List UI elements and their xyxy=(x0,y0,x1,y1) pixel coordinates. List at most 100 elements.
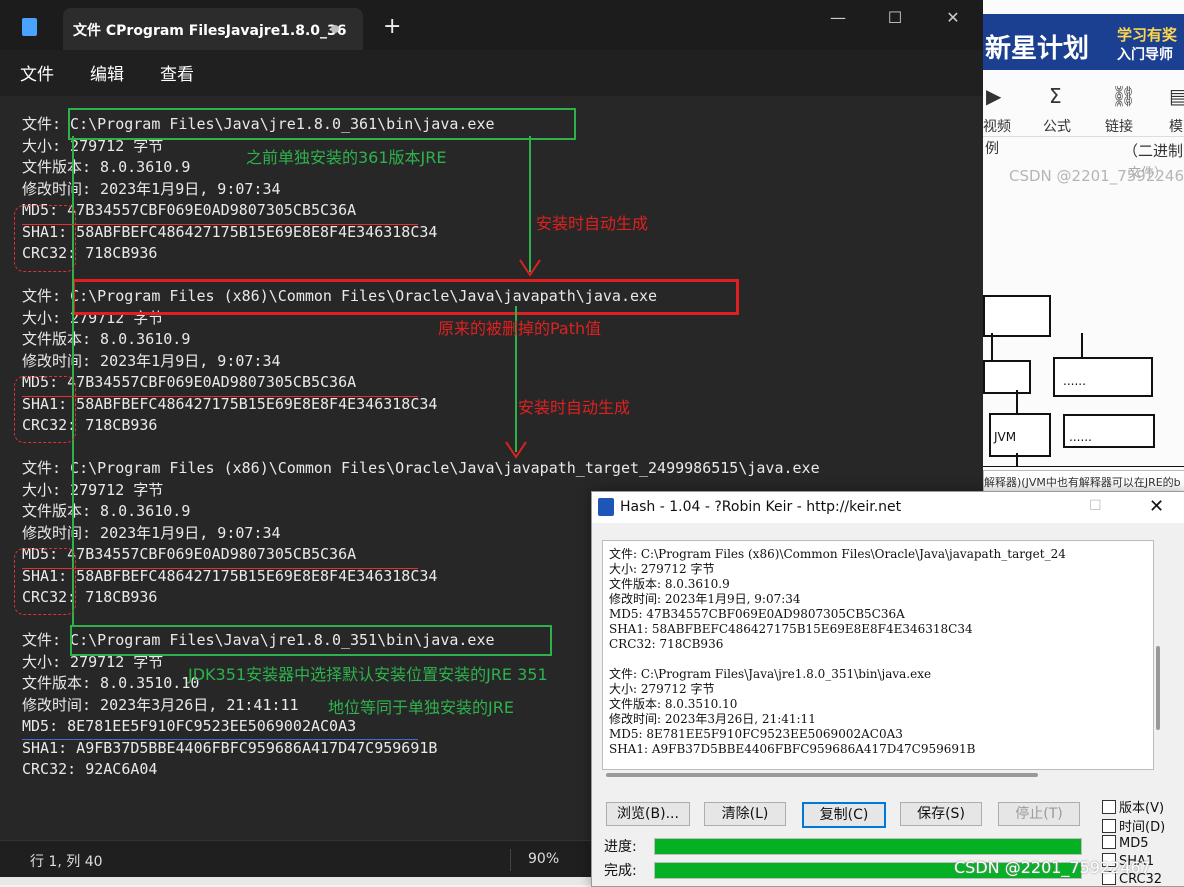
hash-output-line: 大小: 279712 字节 xyxy=(609,682,715,696)
maximize-button[interactable]: ☐ xyxy=(875,8,915,27)
hash-output-line: 大小: 279712 字节 xyxy=(609,562,715,576)
doc-watermark: CSDN @2201_75922467 xyxy=(1009,167,1184,185)
template-icon[interactable]: ▤ xyxy=(1169,84,1184,108)
editor-line: 文件: C:\Program Files (x86)\Common Files\… xyxy=(22,459,820,477)
promo-banner[interactable]: 新星计划 学习有奖 入门导师 xyxy=(983,14,1184,70)
editor-line: 文件版本: 8.0.3610.9 xyxy=(22,502,191,520)
doc-table-row: 解释器)(JVM中也有解释器可以在JRE的b xyxy=(983,470,1184,492)
md5-underline-3 xyxy=(22,568,418,569)
notepad-titlebar: 文件 CProgram FilesJavajre1.8.0_36 + — ☐ ✕ xyxy=(0,0,983,50)
stop-button[interactable]: 停止(T) xyxy=(998,802,1080,826)
diagram-line-5 xyxy=(983,466,1184,467)
highlight-box-javapath xyxy=(72,279,739,315)
hash-vertical-scrollbar[interactable] xyxy=(1153,540,1163,768)
checkbox-version-box[interactable] xyxy=(1102,800,1116,814)
hash-window: Hash - 1.04 - ?Robin Keir - http://keir.… xyxy=(591,491,1184,887)
tab-document[interactable]: 文件 CProgram FilesJavajre1.8.0_36 xyxy=(63,8,363,50)
checkbox-time-box[interactable] xyxy=(1102,819,1116,833)
hash-output-text[interactable]: 文件: C:\Program Files (x86)\Common Files\… xyxy=(602,540,1154,770)
banner-line-2b: 入门导师 xyxy=(1117,47,1173,63)
tool-formula[interactable]: 公式 xyxy=(1043,116,1071,136)
checkbox-md5[interactable]: MD5 xyxy=(1102,835,1149,851)
checkbox-version[interactable]: 版本(V) xyxy=(1102,797,1164,816)
tool-video[interactable]: 视频 xyxy=(983,116,1011,136)
copy-button[interactable]: 复制(C) xyxy=(802,802,886,828)
diagram-label-3: ...... xyxy=(1063,374,1086,388)
editor-line: CRC32: 92AC6A04 xyxy=(22,760,158,778)
annotation-jre361: 之前单独安装的361版本JRE xyxy=(246,148,447,167)
checkbox-md5-label: MD5 xyxy=(1119,836,1149,851)
formula-icon[interactable]: Σ xyxy=(1049,84,1062,108)
annotation-auto-generated-2: 安装时自动生成 xyxy=(518,398,631,417)
clear-button[interactable]: 清除(L) xyxy=(704,802,786,826)
hash-output-line: 修改时间: 2023年1月9日, 9:07:34 xyxy=(609,592,801,606)
hash-app-icon xyxy=(598,498,614,516)
minimize-button[interactable]: — xyxy=(818,8,858,27)
hash-output-line: 修改时间: 2023年3月26日, 21:41:11 xyxy=(609,712,816,726)
banner-title: 新星计划 xyxy=(985,34,1090,64)
tool-link[interactable]: 链接 xyxy=(1105,116,1133,136)
checkbox-version-label: 版本(V) xyxy=(1119,801,1165,816)
diagram-line-3 xyxy=(1016,390,1018,414)
menu-view[interactable]: 查看 xyxy=(160,60,194,85)
video-icon[interactable]: ▶ xyxy=(986,84,1001,108)
new-tab-button[interactable]: + xyxy=(383,16,401,38)
editor-line: 大小: 279712 字节 xyxy=(22,480,164,499)
doc-table-text: 解释器)(JVM中也有解释器可以在JRE的b xyxy=(984,476,1181,489)
hash-output-line: CRC32: 718CB936 xyxy=(609,637,724,651)
hash-output-line: SHA1: 58ABFBEFC486427175B15E69E8E8F4E346… xyxy=(609,622,973,636)
hash-output-line: MD5: 47B34557CBF069E0AD9807305CB5C36A xyxy=(609,607,905,621)
diagram-box-1 xyxy=(983,295,1051,337)
hash-group-outline-1 xyxy=(14,205,76,272)
csdn-watermark: CSDN @2201_75922467 xyxy=(954,858,1151,877)
browse-button[interactable]: 浏览(B)... xyxy=(606,802,690,826)
annotation-equivalent-jre: 地位等同于单独安装的JRE xyxy=(328,698,514,717)
editor-line: SHA1: A9FB37D5BBE4406FBFC959686A417D47C9… xyxy=(22,738,438,757)
hash-output-line: 文件: C:\Program Files (x86)\Common Files\… xyxy=(609,547,1066,561)
hash-close-button[interactable]: ✕ xyxy=(1149,496,1165,517)
hash-output-line: MD5: 8E781EE5F910FC9523EE5069002AC0A3 xyxy=(609,727,903,741)
menu-edit[interactable]: 编辑 xyxy=(90,60,124,85)
menu-file[interactable]: 文件 xyxy=(20,60,54,85)
status-divider xyxy=(510,849,511,871)
tab-title: 文件 CProgram FilesJavajre1.8.0_36 xyxy=(73,23,347,39)
editor-line: 修改时间: 2023年1月9日, 9:07:34 xyxy=(22,523,281,542)
complete-label: 完成: xyxy=(604,863,637,879)
checkbox-md5-box[interactable] xyxy=(1102,835,1116,849)
tool-template[interactable]: 模 xyxy=(1169,116,1183,136)
close-button[interactable]: ✕ xyxy=(933,8,973,27)
hash-vscroll-thumb[interactable] xyxy=(1156,646,1160,730)
annotation-path-deleted: 原来的被删掉的Path值 xyxy=(438,319,602,338)
highlight-box-jre351 xyxy=(70,625,552,656)
save-button[interactable]: 保存(S) xyxy=(900,802,982,826)
editor-line: 文件版本: 8.0.3610.9 xyxy=(22,330,191,348)
hash-maximize-button[interactable]: ☐ xyxy=(1089,498,1105,514)
doc-text-fragment-2: （二进制 xyxy=(1123,142,1184,160)
annotation-auto-generated-1: 安装时自动生成 xyxy=(536,214,649,233)
hash-output-line: SHA1: A9FB37D5BBE4406FBFC959686A417D47C9… xyxy=(609,742,976,756)
link-icon[interactable]: ⛓ xyxy=(1111,84,1136,108)
hash-output-line: 文件版本: 8.0.3510.10 xyxy=(609,697,738,711)
hash-hscroll-thumb[interactable] xyxy=(606,773,1038,777)
editor-line: 文件版本: 8.0.3510.10 xyxy=(22,674,200,692)
diagram-line-2 xyxy=(1081,333,1083,357)
diagram-label-4: ...... xyxy=(1069,430,1092,444)
checkbox-time[interactable]: 时间(D) xyxy=(1102,816,1165,835)
editor-line: 修改时间: 2023年1月9日, 9:07:34 xyxy=(22,351,281,370)
zoom-level: 90% xyxy=(528,851,560,867)
menu-bar: 文件 编辑 查看 ⚙ xyxy=(0,50,983,132)
unsaved-dot-icon[interactable] xyxy=(331,25,339,33)
annotation-jdk351: JDK351安装器中选择默认安装位置安装的JRE 351 xyxy=(188,665,548,684)
toolbar-divider xyxy=(983,136,1184,137)
progress-label: 进度: xyxy=(604,839,637,855)
progress-bar-fill xyxy=(655,839,1081,854)
editor-line: 文件版本: 8.0.3610.9 xyxy=(22,158,191,176)
checkbox-time-label: 时间(D) xyxy=(1119,820,1166,835)
hash-group-outline-3 xyxy=(14,548,76,615)
cursor-position: 行 1, 列 40 xyxy=(30,854,103,870)
md5-underline-2 xyxy=(22,396,418,397)
diagram-box-2 xyxy=(983,360,1031,394)
hash-window-title: Hash - 1.04 - ?Robin Keir - http://keir.… xyxy=(620,499,902,515)
diagram-line-1 xyxy=(991,333,993,363)
editor-line: 修改时间: 2023年1月9日, 9:07:34 xyxy=(22,179,281,198)
